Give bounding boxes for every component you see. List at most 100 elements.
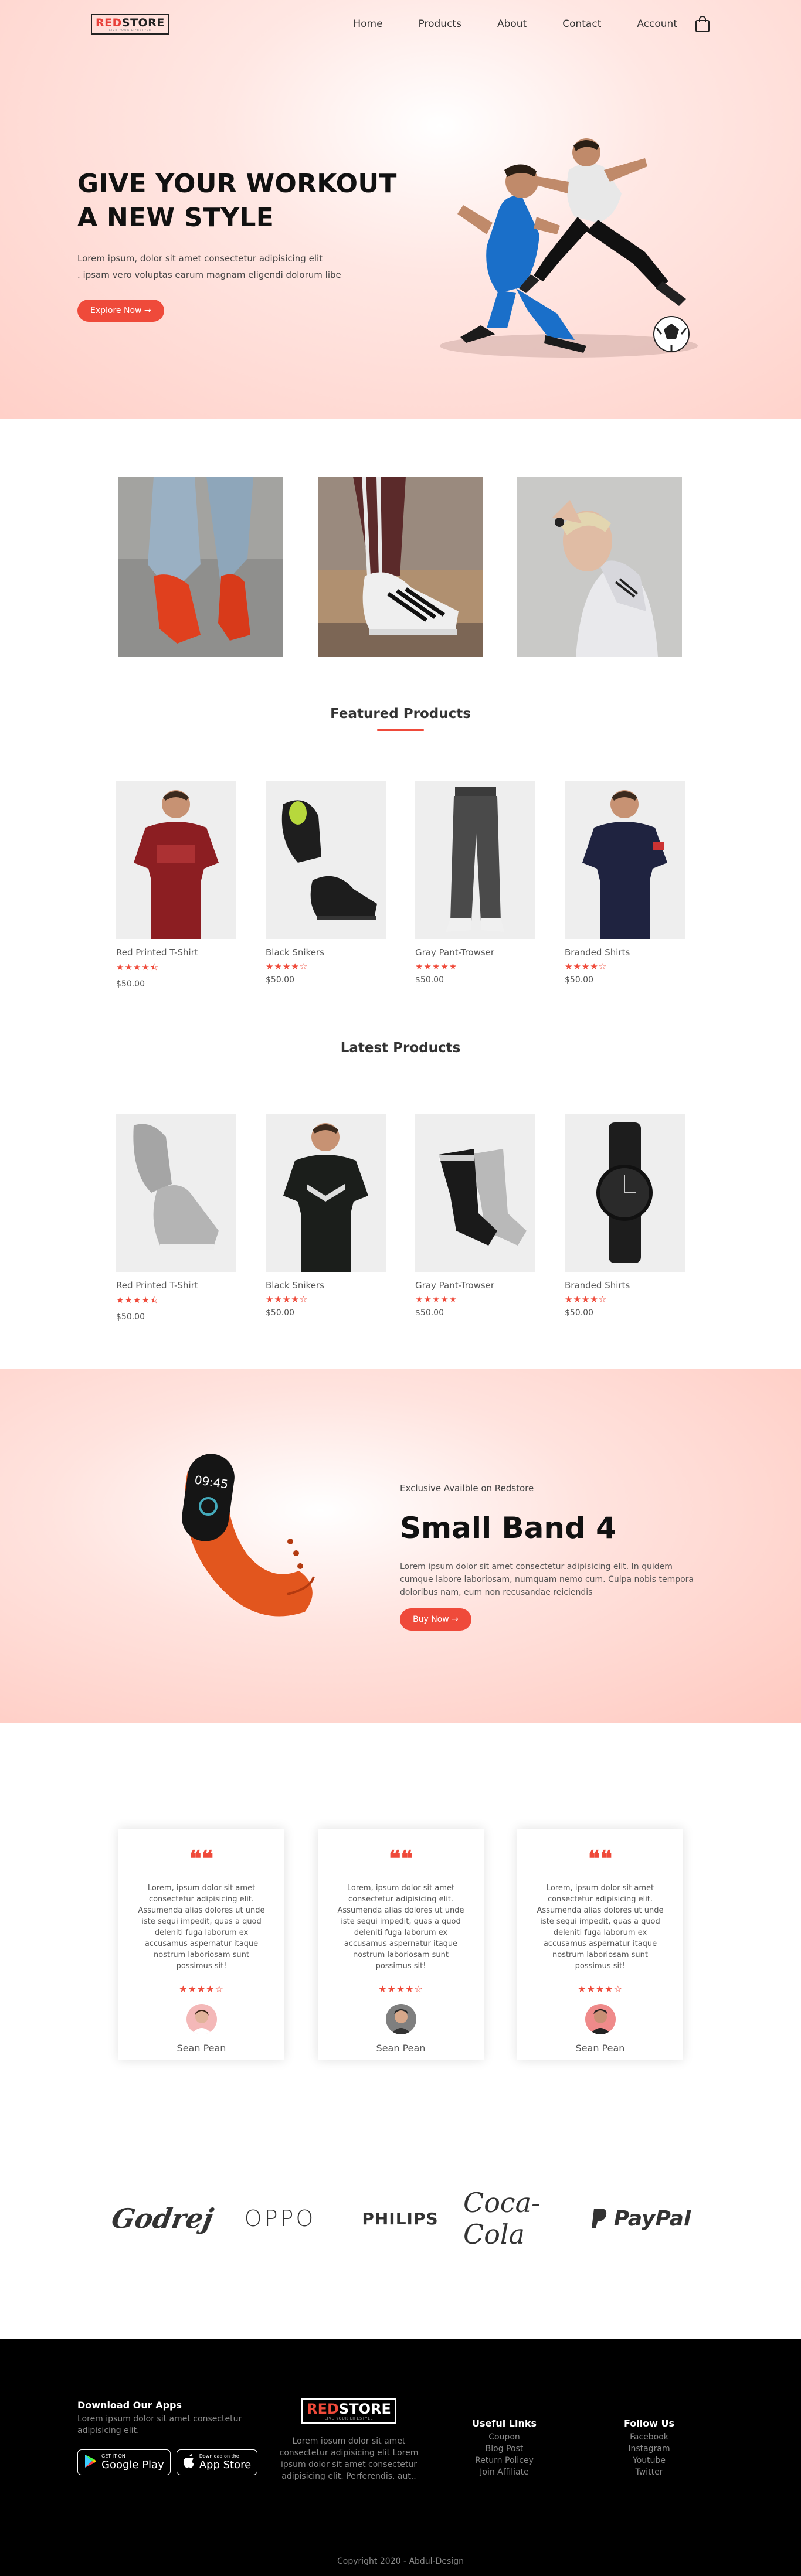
product-image-socks[interactable]	[415, 1114, 535, 1272]
footer-about-column: REDSTORE LIVE YOUR LIFESTYLE Lorem ipsum…	[279, 2398, 419, 2482]
avatar	[585, 2004, 616, 2034]
brands-section: Godrej OPPO PHILIPS Coca-Cola PayPal	[0, 2128, 801, 2339]
buy-now-button[interactable]: Buy Now →	[400, 1608, 471, 1631]
shopping-bag-icon[interactable]	[695, 15, 710, 33]
testimonial-card: ❝❝ Lorem, ipsum dolor sit amet consectet…	[517, 1829, 683, 2060]
title-underline	[377, 729, 424, 731]
product-image-gray-pants[interactable]	[415, 781, 535, 939]
product-name[interactable]: Branded Shirts	[565, 947, 685, 958]
category-hoodie-woman-image[interactable]	[517, 477, 682, 657]
product-card[interactable]: Branded Shirts ★★★★☆ $50.00	[565, 781, 685, 985]
brand-logo-coca-cola[interactable]: Coca-Cola	[463, 2187, 578, 2250]
product-image-navy-shirt[interactable]	[565, 781, 685, 939]
product-name[interactable]: Gray Pant-Trowser	[415, 947, 535, 958]
offer-description: Lorem ipsum dolor sit amet consectetur a…	[400, 1562, 694, 1597]
offer-kicker: Exclusive Availble on Redstore	[400, 1483, 534, 1493]
smart-band-image: 09:45	[164, 1436, 346, 1647]
hero-text-line-1: Lorem ipsum, dolor sit amet consectetur …	[77, 253, 323, 264]
footer-link-join-affiliate[interactable]: Join Affiliate	[469, 2466, 539, 2478]
brand-name-paypal: PayPal	[613, 2206, 691, 2231]
hero-title: GIVE YOUR WORKOUT A NEW STYLE	[77, 167, 429, 235]
product-card[interactable]: Red Printed T-Shirt ★★★★⯪ $50.00	[116, 781, 236, 989]
product-card[interactable]: Red Printed T-Shirt ★★★★⯪ $50.00	[116, 1114, 236, 1322]
product-price: $50.00	[116, 1312, 145, 1322]
product-image-black-sneakers[interactable]	[266, 781, 386, 939]
hero-text: GIVE YOUR WORKOUT A NEW STYLE Lorem ipsum…	[77, 167, 429, 322]
main-nav: Home Products About Contact Account	[317, 15, 710, 33]
nav-home[interactable]: Home	[353, 18, 382, 30]
product-price: $50.00	[415, 975, 444, 985]
brand-logo-godrej[interactable]: Godrej	[106, 2192, 220, 2245]
product-price: $50.00	[565, 1308, 593, 1318]
product-card[interactable]: Black Snikers ★★★★☆ $50.00	[266, 781, 386, 985]
footer-link-youtube[interactable]: Youtube	[620, 2455, 678, 2466]
footer-logo-tagline: LIVE YOUR LIFESTYLE	[324, 2417, 374, 2421]
product-card[interactable]: Black Snikers ★★★★☆ $50.00	[266, 1114, 386, 1318]
useful-links-title: Useful Links	[471, 2418, 537, 2429]
brand-logo-philips[interactable]: PHILIPS	[343, 2192, 457, 2245]
google-play-large-text: Google Play	[101, 2459, 164, 2471]
product-price: $50.00	[116, 979, 145, 989]
testimonial-name: Sean Pean	[376, 2043, 426, 2054]
rating-stars: ★★★★⯪	[116, 1295, 159, 1305]
latest-products-section: Latest Products Red Printed T-Shirt ★★★★…	[0, 1040, 801, 1369]
footer-link-instagram[interactable]: Instagram	[620, 2443, 678, 2455]
nav-contact[interactable]: Contact	[562, 18, 601, 30]
nav-about[interactable]: About	[497, 18, 527, 30]
footer-useful-links: Useful Links Coupon Blog Post Return Pol…	[469, 2418, 539, 2478]
product-name[interactable]: Black Snikers	[266, 947, 386, 958]
avatar	[385, 2004, 416, 2034]
product-image-gray-high-tops[interactable]	[116, 1114, 236, 1272]
offer-text: Exclusive Availble on Redstore Small Ban…	[400, 1483, 705, 1631]
footer-logo[interactable]: REDSTORE LIVE YOUR LIFESTYLE	[301, 2398, 396, 2424]
testimonial-text: Lorem, ipsum dolor sit amet consectetur …	[337, 1884, 464, 1971]
category-white-sneakers-image[interactable]	[318, 477, 483, 657]
footer-link-facebook[interactable]: Facebook	[620, 2431, 678, 2443]
app-store-button[interactable]: Download on the App Store	[176, 2449, 258, 2475]
category-red-sneakers-image[interactable]	[118, 477, 283, 657]
rating-stars: ★★★★☆	[266, 961, 308, 972]
brand-name-coca-cola: Coca-Cola	[463, 2187, 541, 2250]
product-card[interactable]: Branded Shirts ★★★★☆ $50.00	[565, 1114, 685, 1318]
product-image-black-watch[interactable]	[565, 1114, 685, 1272]
rating-stars: ★★★★☆	[578, 1983, 623, 1995]
google-play-button[interactable]: GET IT ON Google Play	[77, 2449, 171, 2475]
rating-stars: ★★★★☆	[266, 1294, 308, 1305]
hero-title-line-1: GIVE YOUR WORKOUT	[77, 169, 397, 199]
testimonial-text: Lorem, ipsum dolor sit amet consectetur …	[138, 1884, 265, 1971]
footer-link-blog-post[interactable]: Blog Post	[469, 2443, 539, 2455]
product-price: $50.00	[565, 975, 593, 985]
explore-now-button[interactable]: Explore Now →	[77, 300, 164, 322]
brand-logo-paypal[interactable]: PayPal	[583, 2192, 698, 2245]
product-name[interactable]: Red Printed T-Shirt	[116, 947, 236, 958]
follow-links-list: Facebook Instagram Youtube Twitter	[620, 2431, 678, 2478]
apple-icon	[183, 2454, 195, 2470]
featured-products-title-text: Featured Products	[330, 706, 471, 722]
rating-stars: ★★★★☆	[565, 961, 607, 972]
footer-link-return-policy[interactable]: Return Policey	[469, 2455, 539, 2466]
testimonial-name: Sean Pean	[177, 2043, 226, 2054]
brand-logo-oppo[interactable]: OPPO	[223, 2192, 337, 2245]
hero-football-players-image	[410, 135, 715, 366]
nav-account[interactable]: Account	[637, 18, 677, 30]
product-name[interactable]: Branded Shirts	[565, 1280, 685, 1291]
product-image-black-tshirt[interactable]	[266, 1114, 386, 1272]
footer-link-twitter[interactable]: Twitter	[620, 2466, 678, 2478]
product-price: $50.00	[266, 1308, 294, 1318]
logo-black-text: STORE	[121, 16, 165, 29]
testimonial-name: Sean Pean	[575, 2043, 625, 2054]
quote-icon: ❝❝	[588, 1845, 612, 1871]
product-name[interactable]: Gray Pant-Trowser	[415, 1280, 535, 1291]
nav-products[interactable]: Products	[419, 18, 461, 30]
redstore-logo[interactable]: REDSTORE LIVE YOUR LIFESTYLE	[91, 13, 169, 35]
footer-link-coupon[interactable]: Coupon	[469, 2431, 539, 2443]
footer-logo-red-text: RED	[307, 2401, 339, 2417]
product-card[interactable]: Gray Pant-Trowser ★★★★★ $50.00	[415, 781, 535, 985]
product-card[interactable]: Gray Pant-Trowser ★★★★★ $50.00	[415, 1114, 535, 1318]
hero-title-line-2: A NEW STYLE	[77, 203, 274, 233]
product-image-red-tshirt[interactable]	[116, 781, 236, 939]
product-name[interactable]: Red Printed T-Shirt	[116, 1280, 236, 1291]
brand-name-oppo: OPPO	[244, 2206, 316, 2231]
product-name[interactable]: Black Snikers	[266, 1280, 386, 1291]
featured-products-section: Featured Products Red Printed T-Shirt ★★…	[0, 706, 801, 1040]
